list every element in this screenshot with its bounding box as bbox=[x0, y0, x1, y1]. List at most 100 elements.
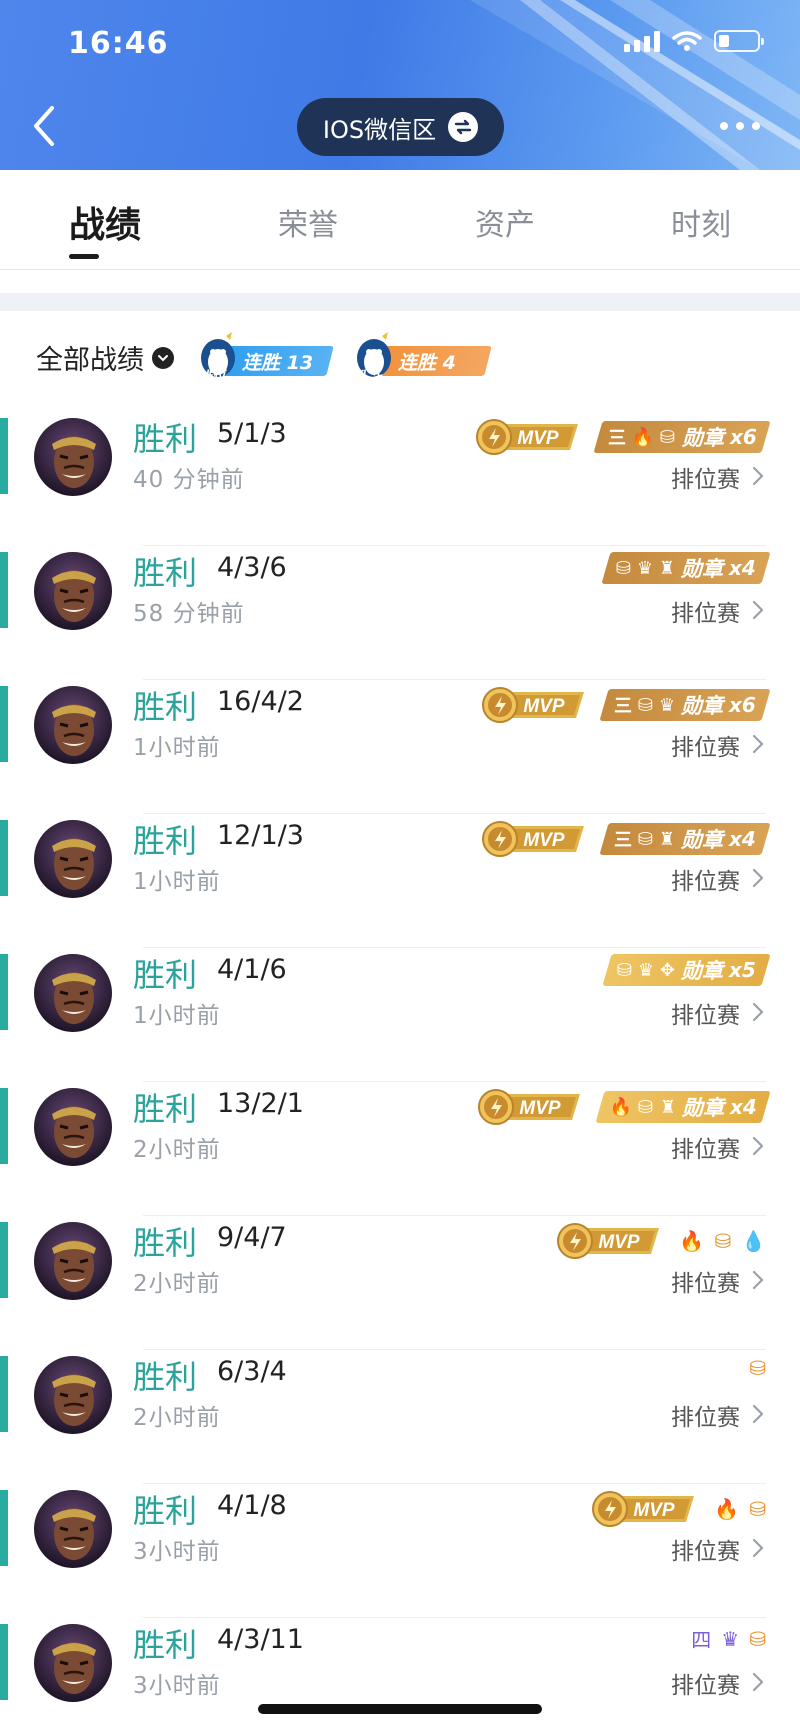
match-kda: 4/1/8 bbox=[217, 1490, 287, 1521]
win-indicator-bar bbox=[0, 1088, 8, 1164]
achievement-icons: 🔥 ⛁ 💧 bbox=[679, 1229, 766, 1253]
win-indicator-bar bbox=[0, 686, 8, 762]
tab-honor[interactable]: 荣誉 bbox=[278, 200, 338, 244]
chevron-right-icon bbox=[752, 734, 764, 754]
chevron-down-icon bbox=[152, 346, 174, 369]
status-time: 16:46 bbox=[68, 26, 169, 61]
match-row[interactable]: 胜利 6/3/4 2小时前 ⛁ 排位赛 bbox=[0, 1350, 800, 1484]
streak-text: 连胜 13 bbox=[242, 352, 314, 374]
wifi-icon bbox=[672, 31, 702, 51]
medal-type-icon: 🔥 bbox=[609, 1096, 632, 1118]
chevron-right-icon bbox=[752, 600, 764, 620]
achievement-icon: ⛁ bbox=[714, 1229, 732, 1253]
match-row[interactable]: 胜利 16/4/2 1小时前 MVP 三 ⛁ ♛ 勋章 x6 排位赛 bbox=[0, 680, 800, 814]
chevron-right-icon bbox=[752, 466, 764, 486]
medal-type-icon: 三 bbox=[613, 830, 632, 851]
signal-icon bbox=[624, 30, 660, 52]
medal-type-icon: ⛁ bbox=[660, 426, 676, 448]
achievement-icon: 🔥 bbox=[714, 1497, 740, 1521]
more-icon[interactable] bbox=[716, 118, 764, 134]
medal-type-icon: ⛁ bbox=[615, 557, 631, 579]
medal-type-icon: 🔥 bbox=[631, 426, 655, 448]
match-row[interactable]: 胜利 4/1/8 3小时前 MVP 🔥 ⛁ 排位赛 bbox=[0, 1484, 800, 1618]
streak-mode-tag: 排位 bbox=[197, 367, 228, 387]
match-result: 胜利 bbox=[133, 1090, 198, 1128]
hero-avatar bbox=[34, 418, 112, 496]
medal-type-icon: ♜ bbox=[659, 1096, 676, 1118]
medal-badge: 三 ⛁ ♛ 勋章 x6 bbox=[599, 689, 771, 721]
tab-record[interactable]: 战绩 bbox=[69, 196, 141, 248]
svg-text:MVP: MVP bbox=[523, 830, 565, 851]
streak-mode-tag: 乱斗 bbox=[353, 367, 384, 387]
medal-type-icon: ♜ bbox=[659, 557, 676, 579]
chevron-right-icon bbox=[752, 1270, 764, 1290]
match-row[interactable]: 胜利 4/3/11 3小时前 四 ♛ ⛁ 排位赛 bbox=[0, 1618, 800, 1731]
match-row[interactable]: 胜利 4/1/6 1小时前 ⛁ ♛ ✥ 勋章 x5 排位赛 bbox=[0, 948, 800, 1082]
match-badges: MVP 🔥 ⛁ bbox=[590, 1490, 766, 1528]
match-result: 胜利 bbox=[133, 956, 198, 994]
home-indicator bbox=[258, 1704, 542, 1714]
medal-badge: 三 🔥 ⛁ 勋章 x6 bbox=[593, 421, 771, 453]
section-separator bbox=[0, 293, 800, 311]
match-time: 2小时前 bbox=[133, 1137, 221, 1163]
active-tab-indicator bbox=[69, 254, 99, 259]
achievement-icon: ♛ bbox=[721, 1626, 740, 1651]
medal-type-icon: ⛁ bbox=[637, 694, 654, 716]
medal-count: x6 bbox=[729, 425, 756, 449]
medal-type-icon: ⛁ bbox=[637, 1096, 654, 1118]
match-result: 胜利 bbox=[133, 1224, 198, 1262]
medal-type-icon: ♛ bbox=[637, 959, 655, 981]
medal-count: x6 bbox=[729, 693, 756, 717]
match-kda: 4/1/6 bbox=[217, 954, 287, 985]
chevron-right-icon bbox=[752, 868, 764, 888]
achievement-icons: 🔥 ⛁ bbox=[714, 1497, 766, 1521]
svg-text:MVP: MVP bbox=[634, 1500, 676, 1521]
achievement-icons: 四 ♛ ⛁ bbox=[691, 1624, 766, 1653]
medal-badge: 🔥 ⛁ ♜ 勋章 x4 bbox=[594, 1091, 771, 1123]
svg-text:MVP: MVP bbox=[519, 1098, 561, 1119]
match-time: 3小时前 bbox=[133, 1673, 221, 1699]
match-kda: 13/2/1 bbox=[217, 1088, 304, 1119]
match-row[interactable]: 胜利 4/3/6 58 分钟前 ⛁ ♛ ♜ 勋章 x4 排位赛 bbox=[0, 546, 800, 680]
medal-count: x5 bbox=[729, 958, 756, 982]
mvp-badge: MVP bbox=[477, 1089, 580, 1125]
match-badges: MVP 三 ⛁ ♜ 勋章 x4 bbox=[480, 820, 771, 858]
match-result: 胜利 bbox=[133, 420, 198, 458]
status-icons bbox=[624, 30, 764, 52]
medal-label: 勋章 bbox=[681, 557, 724, 581]
medal-type-icon: ⛁ bbox=[616, 959, 632, 981]
match-row[interactable]: 胜利 13/2/1 2小时前 MVP 🔥 ⛁ ♜ 勋章 x4 排位赛 bbox=[0, 1082, 800, 1216]
match-row[interactable]: 胜利 5/1/3 40 分钟前 MVP 三 🔥 ⛁ 勋章 x6 排位赛 bbox=[0, 412, 800, 546]
medal-type-icon: 三 bbox=[613, 696, 632, 717]
medal-badge: ⛁ ♛ ✥ 勋章 x5 bbox=[602, 954, 771, 986]
medal-type-icon: ♜ bbox=[659, 828, 676, 850]
win-indicator-bar bbox=[0, 1624, 8, 1700]
match-badges: MVP 三 🔥 ⛁ 勋章 x6 bbox=[474, 418, 771, 456]
match-mode: 排位赛 bbox=[671, 467, 740, 493]
filter-label: 全部战绩 bbox=[36, 345, 144, 376]
hero-avatar bbox=[34, 1490, 112, 1568]
hero-avatar bbox=[34, 1088, 112, 1166]
medal-label: 勋章 bbox=[681, 959, 724, 983]
match-badges: ⛁ bbox=[749, 1356, 766, 1380]
match-mode: 排位赛 bbox=[671, 601, 740, 627]
back-icon[interactable] bbox=[26, 100, 66, 152]
match-kda: 5/1/3 bbox=[217, 418, 287, 449]
match-row[interactable]: 胜利 9/4/7 2小时前 MVP 🔥 ⛁ 💧 排位赛 bbox=[0, 1216, 800, 1350]
brawl-streak-badge: 乱斗 连胜 4 bbox=[352, 330, 492, 387]
hero-avatar bbox=[34, 686, 112, 764]
hero-avatar bbox=[34, 552, 112, 630]
match-time: 2小时前 bbox=[133, 1405, 221, 1431]
server-switch-button[interactable]: IOS微信区 bbox=[297, 98, 504, 156]
tab-assets[interactable]: 资产 bbox=[475, 200, 535, 244]
tab-bar: 战绩 荣誉 资产 时刻 bbox=[0, 170, 800, 270]
match-badges: ⛁ ♛ ♜ 勋章 x4 bbox=[601, 552, 771, 584]
match-kda: 4/3/11 bbox=[217, 1624, 304, 1655]
match-row[interactable]: 胜利 12/1/3 1小时前 MVP 三 ⛁ ♜ 勋章 x4 排位赛 bbox=[0, 814, 800, 948]
medal-type-icon: ⛁ bbox=[637, 828, 654, 850]
win-indicator-bar bbox=[0, 820, 8, 896]
record-filter-dropdown[interactable]: 全部战绩 bbox=[36, 338, 174, 377]
match-time: 3小时前 bbox=[133, 1539, 221, 1565]
chevron-right-icon bbox=[752, 1002, 764, 1022]
tab-moments[interactable]: 时刻 bbox=[671, 200, 731, 244]
